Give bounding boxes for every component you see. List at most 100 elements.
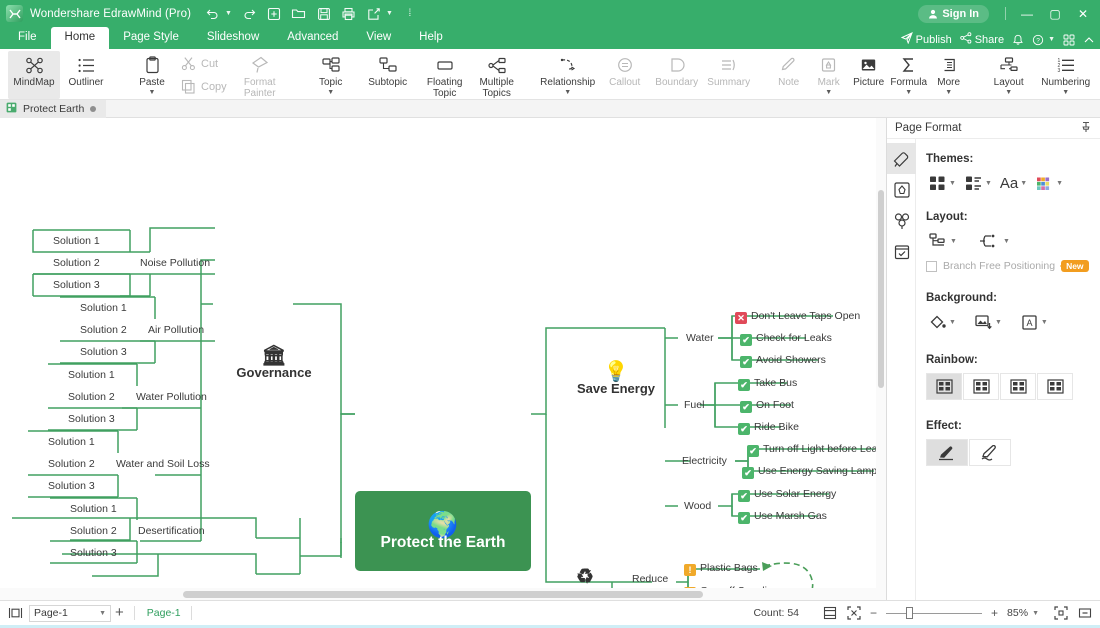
- node-air-solution-3[interactable]: Solution 3: [80, 346, 127, 358]
- node-water-solution-1[interactable]: Solution 1: [68, 369, 115, 381]
- node-on-foot[interactable]: ✔On Foot: [740, 399, 794, 413]
- pin-icon[interactable]: [1080, 121, 1092, 136]
- node-ride-bike[interactable]: ✔Ride Bike: [738, 421, 799, 435]
- menu-slideshow[interactable]: Slideshow: [193, 27, 273, 49]
- subtopic-button[interactable]: Subtopic: [357, 51, 419, 99]
- more-options-icon[interactable]: ⁞: [402, 6, 418, 22]
- rainbow-option-2[interactable]: [963, 373, 999, 400]
- menu-advanced[interactable]: Advanced: [273, 27, 352, 49]
- format-painter-button[interactable]: Format Painter: [229, 51, 291, 99]
- node-water-and-soil-loss[interactable]: Water and Soil Loss: [116, 458, 210, 470]
- node-reduce[interactable]: Reduce: [632, 573, 668, 585]
- maximize-button[interactable]: ▢: [1042, 2, 1068, 26]
- effect-pen-straight-icon[interactable]: [926, 439, 968, 466]
- node-desert-solution-1[interactable]: Solution 1: [70, 503, 117, 515]
- topic-button[interactable]: Topic ▼: [305, 51, 357, 99]
- rail-clipart-icon[interactable]: [887, 205, 916, 236]
- node-turn-off-light[interactable]: ✔Turn off Light before Leaving: [747, 443, 887, 457]
- node-desert-solution-2[interactable]: Solution 2: [70, 525, 117, 537]
- collapse-ribbon-icon[interactable]: [1083, 34, 1095, 46]
- node-use-solar-energy[interactable]: ✔Use Solar Energy: [738, 488, 836, 502]
- picture-button[interactable]: Picture: [849, 51, 889, 99]
- node-desert-solution-3[interactable]: Solution 3: [70, 547, 117, 559]
- undo-dropdown-caret[interactable]: ▼: [225, 10, 232, 17]
- more-dropdown-caret[interactable]: ▼: [945, 90, 952, 96]
- copy-button[interactable]: Copy: [178, 75, 229, 98]
- cut-button[interactable]: Cut: [178, 52, 229, 75]
- publish-button[interactable]: Publish: [901, 32, 952, 47]
- node-use-energy-saving-lamp[interactable]: ✔Use Energy Saving Lamp: [742, 465, 877, 479]
- node-noise-solution-3[interactable]: Solution 3: [53, 279, 100, 291]
- focus-icon[interactable]: [1053, 606, 1068, 621]
- node-wood[interactable]: Wood: [684, 500, 711, 512]
- page-view-icon[interactable]: [8, 606, 23, 621]
- branch-free-positioning-checkbox[interactable]: [926, 261, 937, 272]
- theme-font-icon[interactable]: Aa▼: [998, 173, 1029, 194]
- rail-page-format-icon[interactable]: [887, 143, 916, 174]
- fill-color-icon[interactable]: ▼: [926, 311, 958, 334]
- layout-branch-icon[interactable]: ▼: [977, 230, 1012, 252]
- zoom-level-label[interactable]: 85%: [1007, 607, 1028, 619]
- mindmap-canvas[interactable]: Solution 1 Solution 2 Solution 3 Noise P…: [0, 118, 887, 600]
- document-tab-protect-earth[interactable]: Protect Earth: [0, 100, 106, 118]
- node-use-marsh-gas[interactable]: ✔Use Marsh Gas: [738, 510, 827, 524]
- node-water-solution-3[interactable]: Solution 3: [68, 413, 115, 425]
- more-button[interactable]: More ▼: [929, 51, 969, 99]
- node-air-pollution[interactable]: Air Pollution: [148, 324, 204, 336]
- redo-icon[interactable]: [241, 6, 257, 22]
- fit-window-icon[interactable]: [846, 606, 861, 621]
- relationship-button[interactable]: Relationship ▼: [537, 51, 599, 99]
- theme-gallery-icon[interactable]: ▼: [926, 172, 958, 195]
- page-select[interactable]: Page-1 ▼: [29, 605, 111, 622]
- menu-file[interactable]: File: [4, 27, 51, 49]
- summary-button[interactable]: Summary: [703, 51, 755, 99]
- node-water[interactable]: Water: [686, 332, 714, 344]
- node-noise-solution-1[interactable]: Solution 1: [53, 235, 100, 247]
- canvas-vertical-scrollbar[interactable]: [876, 118, 886, 588]
- topic-dropdown-caret[interactable]: ▼: [327, 90, 334, 96]
- effect-pen-hand-drawn-icon[interactable]: [969, 439, 1011, 466]
- share-button[interactable]: Share: [960, 32, 1004, 47]
- watermark-icon[interactable]: A▼: [1018, 311, 1050, 334]
- export-dropdown-caret[interactable]: ▼: [386, 10, 393, 17]
- export-icon[interactable]: [366, 6, 382, 22]
- node-fuel[interactable]: Fuel: [684, 399, 704, 411]
- rainbow-option-1[interactable]: [926, 373, 962, 400]
- node-check-for-leaks[interactable]: ✔Check for Leaks: [740, 332, 832, 346]
- menu-help[interactable]: Help: [405, 27, 457, 49]
- theme-color-icon[interactable]: ▼: [1033, 172, 1065, 195]
- node-desertification[interactable]: Desertification: [138, 525, 205, 537]
- sign-in-button[interactable]: Sign In: [918, 5, 989, 23]
- rail-shape-format-icon[interactable]: [887, 174, 916, 205]
- node-soil-solution-1[interactable]: Solution 1: [48, 436, 95, 448]
- node-water-solution-2[interactable]: Solution 2: [68, 391, 115, 403]
- zoom-out-button[interactable]: −: [870, 606, 877, 620]
- boundary-button[interactable]: Boundary: [651, 51, 703, 99]
- rainbow-option-3[interactable]: [1000, 373, 1036, 400]
- node-plastic-bags[interactable]: !Plastic Bags: [684, 562, 758, 576]
- mark-button[interactable]: Mark ▼: [809, 51, 849, 99]
- numbering-dropdown-caret[interactable]: ▼: [1062, 90, 1069, 96]
- outliner-button[interactable]: Outliner: [60, 51, 112, 99]
- node-air-solution-2[interactable]: Solution 2: [80, 324, 127, 336]
- rainbow-option-4[interactable]: [1037, 373, 1073, 400]
- theme-style-icon[interactable]: ▼: [962, 172, 994, 195]
- menu-view[interactable]: View: [352, 27, 405, 49]
- fullscreen-icon[interactable]: [1077, 606, 1092, 621]
- notifications-icon[interactable]: [1012, 34, 1024, 46]
- vertical-scroll-thumb[interactable]: [878, 190, 884, 388]
- open-icon[interactable]: [291, 6, 307, 22]
- layout-button[interactable]: Layout ▼: [983, 51, 1035, 99]
- new-icon[interactable]: [266, 6, 282, 22]
- node-noise-solution-2[interactable]: Solution 2: [53, 257, 100, 269]
- zoom-in-button[interactable]: +: [991, 606, 998, 620]
- zoom-slider[interactable]: [886, 607, 982, 619]
- node-electricity[interactable]: Electricity: [682, 455, 727, 467]
- node-take-bus[interactable]: ✔Take Bus: [738, 377, 797, 391]
- close-button[interactable]: ✕: [1070, 2, 1096, 26]
- mark-dropdown-caret[interactable]: ▼: [825, 90, 832, 96]
- canvas-horizontal-scrollbar[interactable]: [0, 588, 886, 600]
- node-dont-leave-taps-open[interactable]: ✕Don't Leave Taps Open: [735, 310, 860, 324]
- mindmap-button[interactable]: MindMap: [8, 51, 60, 99]
- layout-dropdown-caret[interactable]: ▼: [1005, 90, 1012, 96]
